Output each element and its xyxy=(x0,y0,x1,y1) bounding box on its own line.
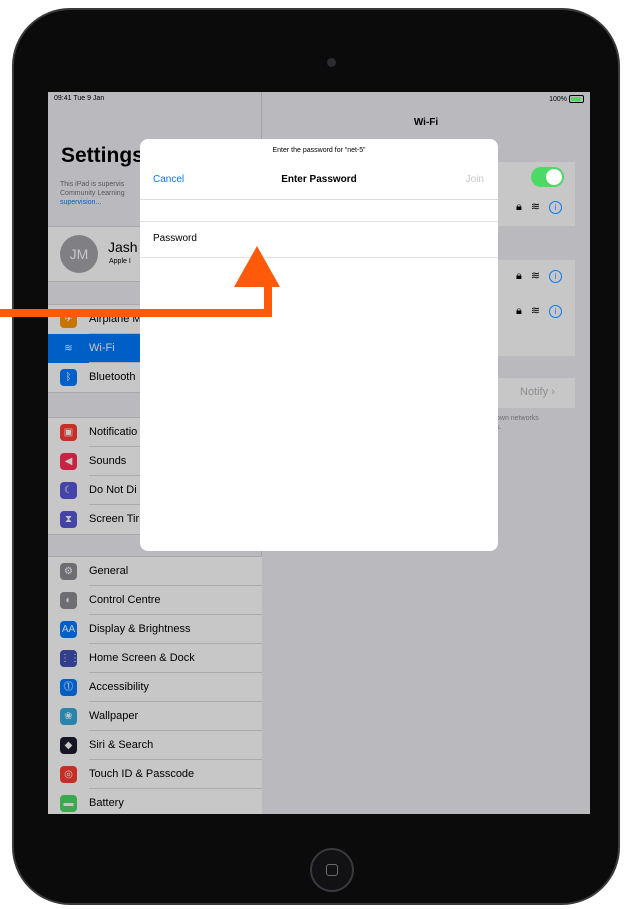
info-icon[interactable]: i xyxy=(549,270,563,283)
status-battery: 100% xyxy=(549,95,584,103)
notify-value[interactable]: Notify › xyxy=(520,386,555,398)
ipad-screen: Settings This iPad is supervis Community… xyxy=(48,92,590,814)
enter-password-modal: Enter the password for “net-5” Cancel En… xyxy=(140,139,498,551)
home-button[interactable] xyxy=(310,848,354,892)
home-button-square-icon xyxy=(326,864,338,876)
battery-percent: 100% xyxy=(549,95,567,103)
info-icon[interactable]: i xyxy=(549,201,563,214)
own-networks-text: own networks xyxy=(496,415,539,422)
front-camera xyxy=(327,58,336,67)
join-button[interactable]: Join xyxy=(466,174,484,185)
password-row[interactable]: Password xyxy=(140,221,498,258)
battery-icon xyxy=(569,95,584,103)
network-row-icons: 🔒︎ ≋ i xyxy=(516,304,563,318)
wifi-toggle[interactable] xyxy=(531,167,564,187)
notify-label: Notify xyxy=(520,386,549,398)
current-network-icons: 🔒︎ ≋ i xyxy=(516,200,563,214)
password-field[interactable] xyxy=(220,228,484,252)
password-label: Password xyxy=(153,233,197,244)
modal-header: Cancel Enter Password Join xyxy=(140,165,498,200)
status-bar: 09:41 Tue 9 Jan 100% xyxy=(48,92,590,106)
network-row-icons: 🔒︎ ≋ i xyxy=(516,269,563,283)
status-time: 09:41 Tue 9 Jan xyxy=(54,95,105,102)
modal-title: Enter Password xyxy=(281,174,357,185)
info-icon[interactable]: i xyxy=(549,305,563,318)
chevron-right-icon: › xyxy=(551,386,555,398)
own-networks-footnote: own networks s. xyxy=(496,414,539,432)
modal-prompt: Enter the password for “net-5” xyxy=(272,147,366,154)
own-networks-text-2: s. xyxy=(496,424,502,431)
